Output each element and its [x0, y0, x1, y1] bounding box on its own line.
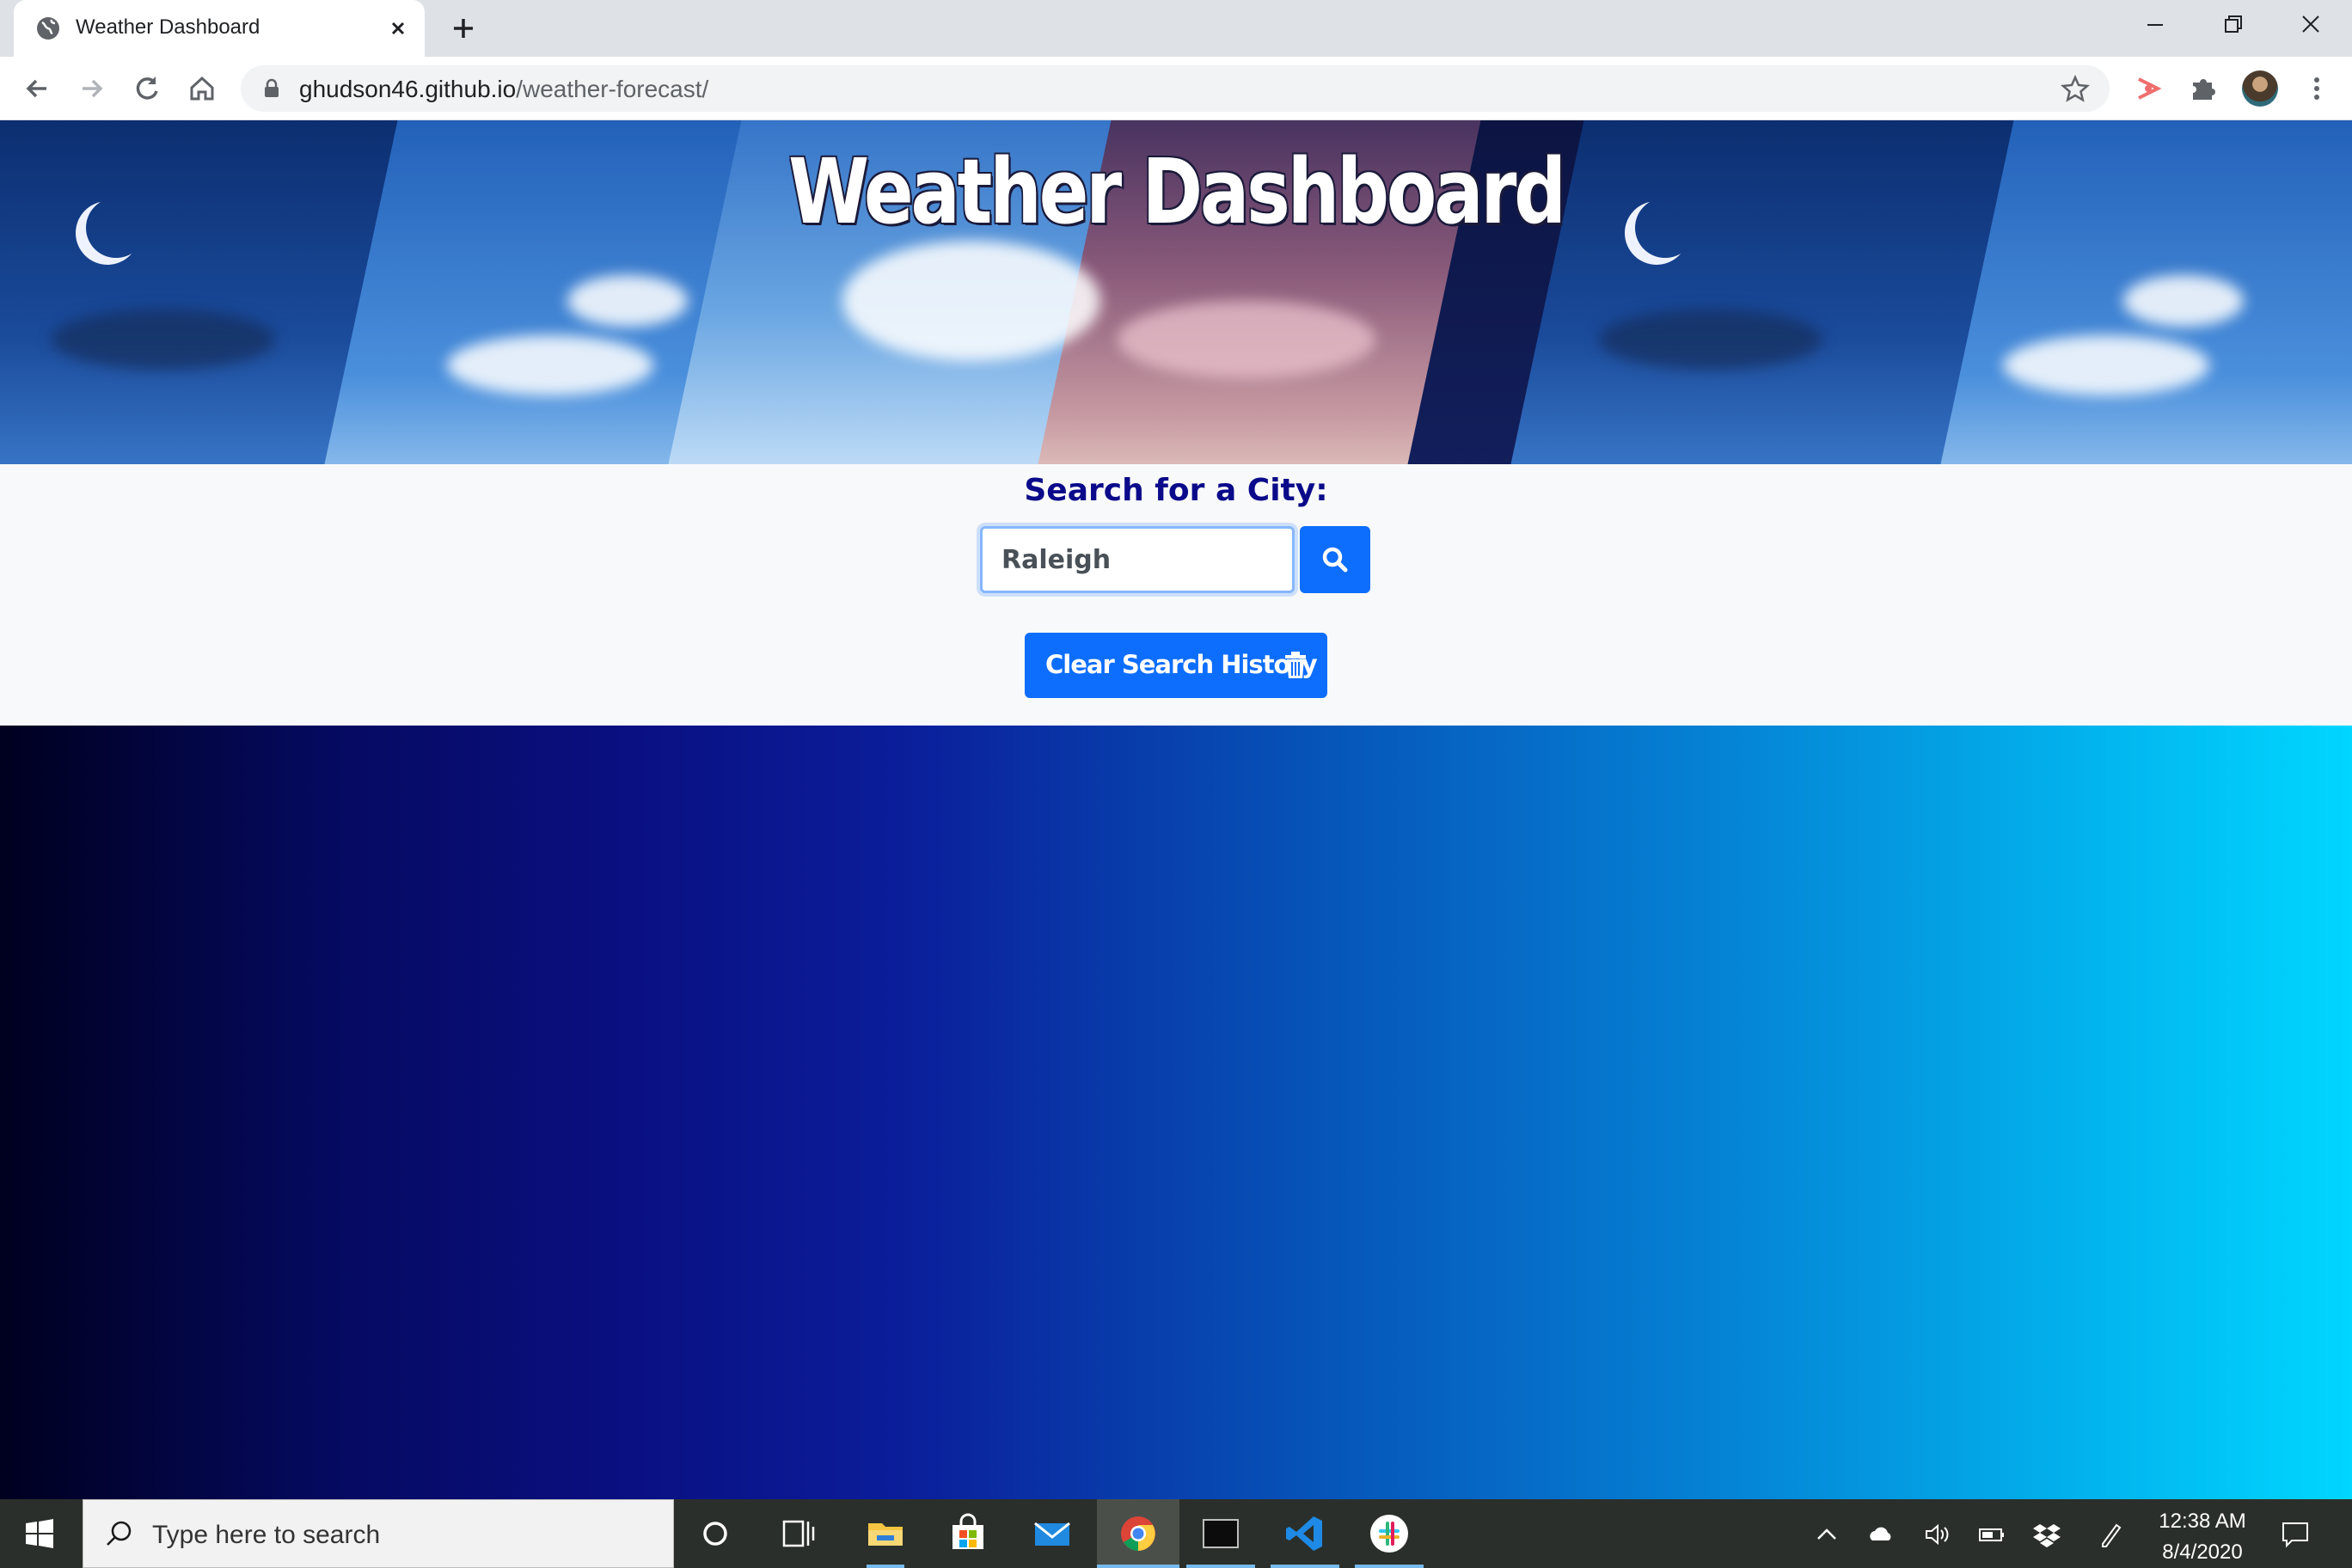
search-button[interactable]	[1300, 526, 1370, 593]
volume-icon[interactable]	[1922, 1520, 1951, 1549]
lock-icon	[265, 78, 279, 97]
search-icon	[107, 1521, 132, 1546]
extension-icon[interactable]	[2130, 70, 2166, 107]
reload-icon[interactable]	[129, 70, 165, 107]
system-clock[interactable]: 12:38 AM 8/4/2020	[2149, 1506, 2256, 1568]
browser-tab[interactable]: Weather Dashboard	[14, 0, 425, 57]
clear-history-label: Clear Search History	[1045, 650, 1318, 679]
vscode-icon[interactable]	[1283, 1511, 1327, 1556]
search-heading: Search for a City:	[1024, 473, 1328, 508]
running-indicator	[1271, 1565, 1339, 1568]
cloud-image	[1599, 309, 1822, 370]
cloud-image	[447, 335, 653, 395]
url-text: ghudson46.github.io/weather-forecast/	[299, 76, 708, 103]
city-search-input[interactable]	[980, 526, 1295, 593]
onedrive-icon[interactable]	[1867, 1520, 1896, 1549]
running-indicator	[867, 1565, 904, 1568]
address-bar[interactable]: ghudson46.github.io/weather-forecast/	[241, 65, 2110, 112]
cloud-image	[1118, 301, 1375, 378]
chevron-up-icon[interactable]	[1812, 1520, 1841, 1549]
trash-icon	[1285, 652, 1306, 678]
star-icon[interactable]	[2060, 73, 2091, 104]
close-icon[interactable]	[383, 14, 413, 43]
cloud-image	[567, 275, 688, 327]
browser-toolbar: ghudson46.github.io/weather-forecast/	[0, 57, 2352, 120]
page-title: Weather Dashboard	[788, 139, 1566, 244]
slack-icon[interactable]	[1367, 1511, 1412, 1556]
dropbox-icon[interactable]	[2032, 1520, 2061, 1549]
taskbar: Type here to search 12:38 AM 8/4/2020	[0, 1499, 2352, 1568]
back-icon[interactable]	[19, 70, 55, 107]
home-icon[interactable]	[184, 70, 220, 107]
running-indicator	[1186, 1565, 1255, 1568]
tab-strip: Weather Dashboard	[0, 0, 2352, 57]
globe-icon	[37, 17, 59, 40]
forward-icon[interactable]	[74, 70, 110, 107]
window-close-icon[interactable]	[2290, 9, 2330, 41]
clock-date: 8/4/2020	[2162, 1540, 2243, 1564]
pen-icon[interactable]	[2096, 1520, 2125, 1549]
minimize-icon[interactable]	[2135, 9, 2175, 41]
taskbar-search-placeholder: Type here to search	[152, 1521, 381, 1549]
clock-time: 12:38 AM	[2159, 1510, 2246, 1533]
terminal-icon[interactable]	[1198, 1511, 1243, 1556]
avatar[interactable]	[2242, 70, 2278, 107]
moon-image	[86, 198, 146, 258]
battery-icon[interactable]	[1977, 1520, 2006, 1549]
page-viewport: Weather Dashboard Search for a City: Cle…	[0, 120, 2352, 1499]
cloud-image	[2123, 275, 2244, 327]
chrome-icon[interactable]	[1116, 1511, 1161, 1556]
clear-history-button[interactable]: Clear Search History	[1025, 633, 1327, 698]
mail-icon[interactable]	[1030, 1511, 1075, 1556]
menu-icon[interactable]	[2299, 70, 2335, 107]
cloud-image	[52, 309, 275, 370]
restore-icon[interactable]	[2213, 9, 2252, 41]
puzzle-icon[interactable]	[2185, 70, 2221, 107]
plus-icon[interactable]	[447, 12, 480, 45]
windows-icon[interactable]	[24, 1518, 55, 1549]
url-path: /weather-forecast/	[516, 76, 709, 102]
running-indicator	[1097, 1565, 1179, 1568]
hero-banner: Weather Dashboard	[0, 120, 2352, 464]
store-icon[interactable]	[946, 1511, 990, 1556]
cloud-image	[2003, 335, 2209, 395]
search-section: Search for a City: Clear Search History	[0, 464, 2352, 726]
file-explorer-icon[interactable]	[863, 1511, 908, 1556]
running-indicator	[1355, 1565, 1424, 1568]
tab-title: Weather Dashboard	[76, 15, 260, 39]
notification-icon[interactable]	[2280, 1518, 2311, 1549]
url-domain: ghudson46.github.io	[299, 76, 517, 102]
cortana-icon[interactable]	[693, 1511, 738, 1556]
task-view-icon[interactable]	[775, 1511, 820, 1556]
search-icon	[1322, 547, 1348, 573]
forecast-background	[0, 726, 2352, 1499]
cloud-image	[842, 241, 1100, 361]
taskbar-search-box[interactable]: Type here to search	[83, 1499, 674, 1568]
